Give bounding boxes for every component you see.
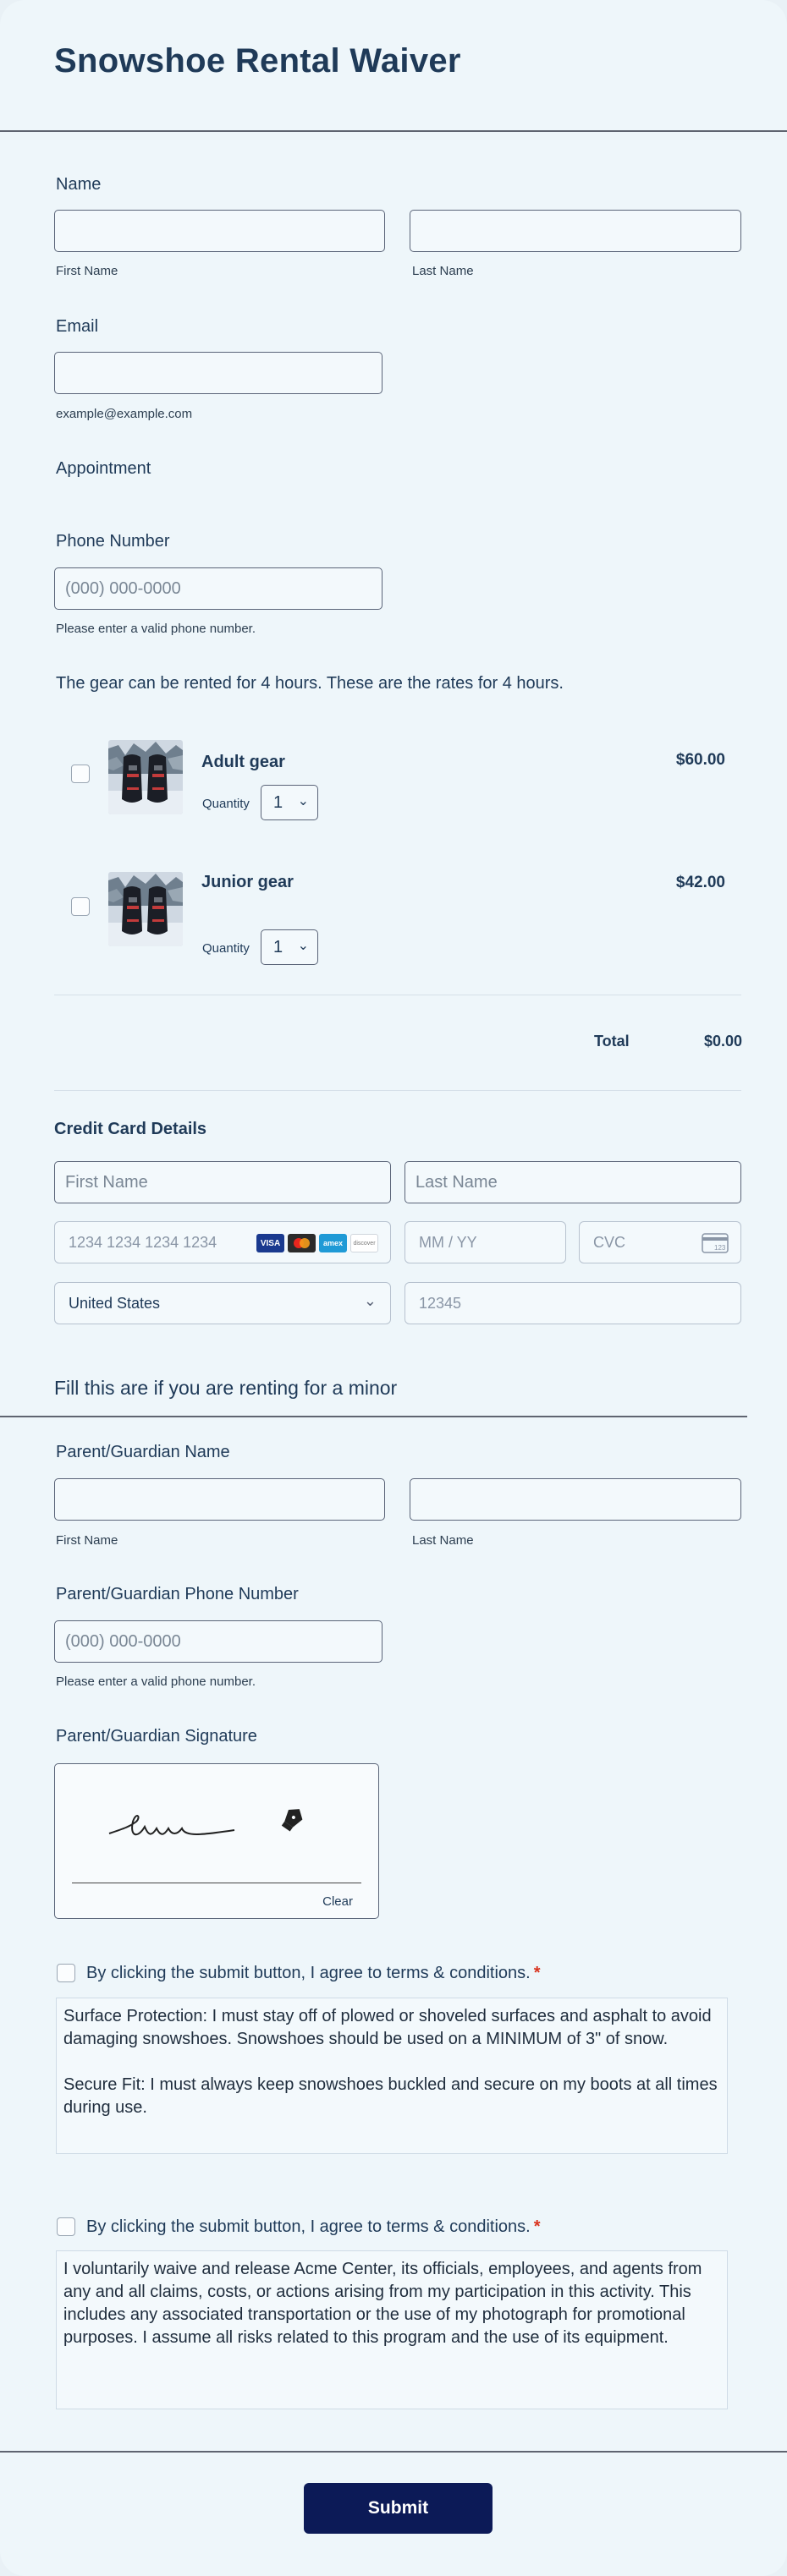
terms-agree-text-2: By clicking the submit button, I agree t…	[86, 2217, 531, 2236]
country-select[interactable]: United States ⌄	[54, 1282, 391, 1324]
terms-text-2: I voluntarily waive and release Acme Cen…	[56, 2250, 728, 2409]
terms-checkbox-1[interactable]	[57, 1964, 75, 1982]
junior-gear-price: $42.00	[675, 874, 725, 891]
submit-button[interactable]: Submit	[304, 2483, 493, 2534]
form-page: Snowshoe Rental Waiver Name First Name L…	[0, 0, 787, 2576]
card-expiry-input[interactable]: MM / YY	[405, 1221, 566, 1263]
required-mark-2: *	[533, 2217, 541, 2236]
guardian-first-name-sublabel: First Name	[56, 1533, 118, 1548]
junior-gear-image	[108, 872, 183, 946]
card-heading: Credit Card Details	[54, 1120, 207, 1138]
email-input[interactable]	[54, 352, 382, 394]
visa-icon: VISA	[256, 1234, 284, 1252]
junior-quantity-select[interactable]: 1 ⌄	[261, 929, 318, 965]
cvc-placeholder: CVC	[593, 1233, 626, 1251]
guardian-phone-input[interactable]	[54, 1620, 382, 1663]
header-divider	[0, 130, 787, 132]
chevron-down-icon: ⌄	[363, 1292, 377, 1309]
email-label: Email	[56, 317, 99, 336]
zip-placeholder: 12345	[419, 1294, 462, 1312]
zip-input[interactable]: 12345	[405, 1282, 741, 1324]
terms-text-1: Surface Protection: I must stay off of p…	[56, 1998, 728, 2154]
terms-agree-label-2: By clicking the submit button, I agree t…	[86, 2217, 541, 2237]
expiry-placeholder: MM / YY	[419, 1233, 477, 1251]
signature-pen-icon	[108, 1809, 303, 1835]
phone-input[interactable]	[54, 567, 382, 610]
cvc-card-icon: 123	[702, 1233, 729, 1253]
card-number-input[interactable]: 1234 1234 1234 1234 VISA amex discover	[54, 1221, 391, 1263]
chevron-down-icon: ⌄	[297, 794, 309, 808]
adult-gear-name: Adult gear	[201, 753, 285, 771]
chevron-down-icon: ⌄	[297, 939, 309, 953]
guardian-last-name-sublabel: Last Name	[412, 1533, 474, 1548]
card-number-placeholder: 1234 1234 1234 1234	[69, 1233, 217, 1251]
guardian-phone-sublabel: Please enter a valid phone number.	[56, 1674, 256, 1689]
product-checkbox-adult[interactable]	[71, 765, 90, 783]
adult-quantity-value: 1	[273, 792, 283, 812]
rates-text: The gear can be rented for 4 hours. Thes…	[56, 674, 564, 693]
adult-quantity-label: Quantity	[202, 797, 250, 811]
terms-agree-text-1: By clicking the submit button, I agree t…	[86, 1964, 531, 1982]
junior-gear-name: Junior gear	[201, 873, 294, 891]
phone-sublabel: Please enter a valid phone number.	[56, 622, 256, 636]
guardian-signature-label: Parent/Guardian Signature	[56, 1727, 257, 1746]
adult-quantity-select[interactable]: 1 ⌄	[261, 785, 318, 820]
required-mark-1: *	[533, 1964, 541, 1982]
guardian-first-name-input[interactable]	[54, 1478, 385, 1521]
email-sublabel: example@example.com	[56, 407, 193, 421]
minor-section-heading: Fill this are if you are renting for a m…	[54, 1377, 398, 1399]
total-divider	[54, 1090, 741, 1091]
card-brand-icons: VISA amex discover	[256, 1234, 378, 1252]
phone-label: Phone Number	[56, 532, 170, 551]
minor-section-divider	[0, 1416, 747, 1417]
total-value: $0.00	[703, 1033, 742, 1050]
name-label: Name	[56, 175, 102, 194]
country-value: United States	[69, 1294, 161, 1312]
footer-divider	[0, 2451, 787, 2453]
guardian-phone-label: Parent/Guardian Phone Number	[56, 1585, 299, 1603]
first-name-sublabel: First Name	[56, 264, 118, 278]
svg-text:123: 123	[714, 1244, 726, 1252]
total-label: Total	[594, 1033, 630, 1050]
terms-agree-label-1: By clicking the submit button, I agree t…	[86, 1964, 541, 1983]
terms-checkbox-2[interactable]	[57, 2217, 75, 2236]
page-title: Snowshoe Rental Waiver	[54, 42, 461, 79]
first-name-input[interactable]	[54, 210, 385, 252]
last-name-input[interactable]	[410, 210, 741, 252]
discover-icon: discover	[350, 1234, 378, 1252]
signature-clear-button[interactable]: Clear	[322, 1894, 353, 1909]
product-checkbox-junior[interactable]	[71, 897, 90, 916]
amex-icon: amex	[319, 1234, 347, 1252]
card-first-name-input[interactable]	[54, 1161, 391, 1203]
mastercard-icon	[288, 1234, 316, 1252]
card-last-name-input[interactable]	[405, 1161, 741, 1203]
card-cvc-input[interactable]: CVC 123	[579, 1221, 741, 1263]
adult-gear-image	[108, 740, 183, 814]
last-name-sublabel: Last Name	[412, 264, 474, 278]
signature-pad[interactable]: Clear	[54, 1763, 379, 1919]
adult-gear-price: $60.00	[675, 751, 725, 769]
appointment-label: Appointment	[56, 459, 151, 478]
guardian-name-label: Parent/Guardian Name	[56, 1443, 230, 1461]
junior-quantity-label: Quantity	[202, 941, 250, 956]
guardian-last-name-input[interactable]	[410, 1478, 741, 1521]
junior-quantity-value: 1	[273, 937, 283, 956]
